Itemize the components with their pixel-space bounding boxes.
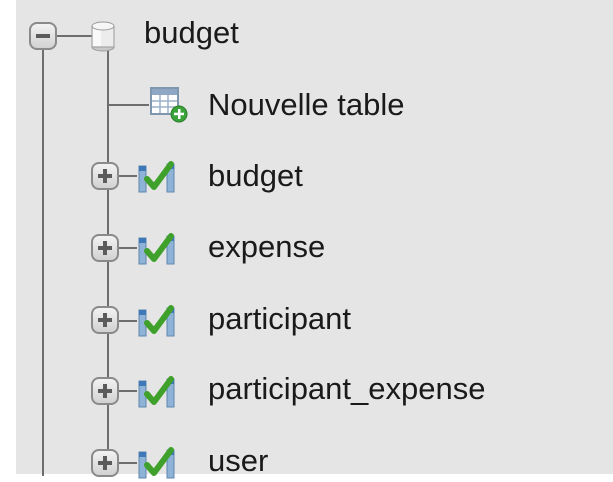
tree-connector [117, 390, 137, 392]
tree-connector [117, 320, 137, 322]
table-name[interactable]: budget [208, 158, 303, 194]
new-table-label[interactable]: Nouvelle table [208, 87, 404, 123]
minus-icon [36, 34, 50, 38]
expand-toggle[interactable] [91, 377, 119, 405]
table-icon [138, 376, 175, 408]
plus-icon [98, 313, 112, 327]
table-icon [138, 447, 175, 479]
plus-icon [98, 169, 112, 183]
database-name[interactable]: budget [144, 15, 239, 51]
expand-toggle[interactable] [91, 234, 119, 262]
table-name[interactable]: user [208, 443, 268, 479]
navigation-tree-stage: budget Nouvelle table budget expense par… [0, 0, 613, 482]
table-icon [138, 233, 175, 265]
new-table-icon [150, 87, 188, 123]
expand-toggle[interactable] [91, 449, 119, 477]
tree-root-line [42, 36, 44, 476]
expand-toggle[interactable] [91, 306, 119, 334]
plus-icon [98, 241, 112, 255]
tree-connector [117, 175, 137, 177]
tree-connector [57, 35, 93, 37]
expand-toggle[interactable] [91, 162, 119, 190]
table-name[interactable]: expense [208, 229, 325, 265]
table-name[interactable]: participant_expense [208, 371, 485, 407]
table-icon [138, 161, 175, 193]
tree-connector [117, 462, 137, 464]
navigation-panel: budget Nouvelle table budget expense par… [16, 0, 613, 479]
database-icon [91, 21, 115, 52]
tree-branch-line [107, 50, 109, 475]
tree-connector [117, 247, 137, 249]
tree-connector [109, 104, 149, 106]
table-icon [138, 305, 175, 337]
table-name[interactable]: participant [208, 301, 351, 337]
plus-icon [98, 384, 112, 398]
plus-icon [98, 456, 112, 470]
collapse-toggle[interactable] [29, 22, 57, 50]
